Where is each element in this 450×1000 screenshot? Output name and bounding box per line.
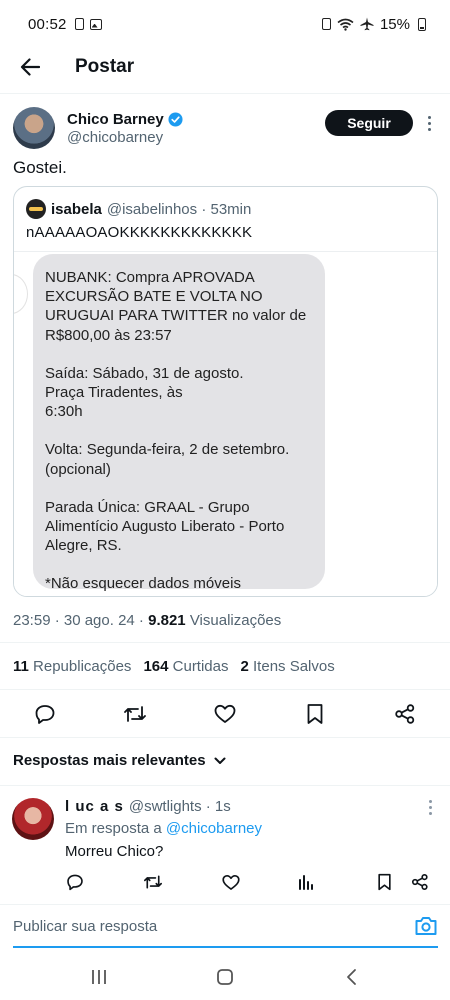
reply-composer (0, 904, 450, 948)
back-nav-button[interactable] (340, 966, 362, 988)
post-timestamp: 23:59 · 30 ago. 24 · (13, 612, 149, 629)
reply-to-link[interactable]: @chicobarney (166, 820, 262, 837)
likes-stat[interactable]: 164 Curtidas (143, 658, 228, 675)
views-count: 9.821 (148, 612, 186, 629)
sms-paragraph: Parada Única: GRAAL - Grupo Alimentício … (45, 498, 285, 555)
views-icon (299, 875, 313, 890)
replies-sort-label: Respostas mais relevantes (13, 752, 206, 769)
reply-text: Morreu Chico? (65, 843, 164, 860)
more-icon[interactable] (423, 112, 435, 134)
reply-icon (67, 874, 83, 891)
verified-badge-icon (168, 111, 183, 127)
repost-icon (124, 706, 146, 722)
reply-input[interactable] (13, 918, 393, 935)
sms-paragraph: Volta: Segunda-feira, 2 de setembro. (op… (45, 441, 290, 478)
bookmark-icon (377, 873, 391, 891)
share-icon (411, 873, 428, 891)
bookmark-icon (307, 704, 323, 724)
like-icon (222, 874, 240, 890)
reply-bookmark-button[interactable] (374, 872, 394, 892)
views-label: Visualizações (185, 612, 282, 629)
reposts-stat[interactable]: 11 Republicações (13, 658, 131, 675)
post-actions (0, 690, 450, 738)
follow-button[interactable]: Seguir (325, 110, 413, 136)
notification-icon (74, 18, 84, 30)
composer-focus-line (13, 946, 438, 948)
recents-icon (92, 970, 106, 984)
author-handle[interactable]: @chicobarney (67, 129, 183, 146)
reply-item[interactable]: l uc a s @swtlights · 1s Em resposta a @… (0, 785, 450, 900)
battery-icon (418, 17, 426, 31)
sms-paragraph: *Não esquecer dados móveis (45, 575, 241, 593)
header: Postar (0, 40, 450, 94)
back-arrow-icon (20, 57, 40, 76)
quoted-image[interactable]: NUBANK: Compra APROVADA EXCURSÃO BATE E … (14, 251, 437, 596)
reply-repost-button[interactable] (143, 872, 163, 892)
quoted-text: nAAAAAOAOKKKKKKKKKKKKK (26, 224, 253, 241)
author-name[interactable]: Chico Barney (67, 111, 164, 128)
quoted-meta: @isabelinhos · 53min (106, 200, 252, 218)
quoted-post[interactable]: isabela @isabelinhos · 53min nAAAAAOAOKK… (13, 186, 438, 597)
replies-sort-dropdown[interactable]: Respostas mais relevantes (13, 752, 226, 769)
sim-icon (321, 18, 331, 30)
back-nav-icon (347, 969, 356, 985)
reply-reply-button[interactable] (65, 872, 85, 892)
post-author: Chico Barney @chicobarney Seguir (13, 106, 441, 150)
repost-icon (144, 875, 162, 889)
battery-percent: 15% (379, 15, 410, 33)
share-button[interactable] (393, 702, 417, 726)
reply-author-name[interactable]: l uc a s (65, 798, 124, 815)
sms-paragraph: NUBANK: Compra APROVADA EXCURSÃO BATE E … (45, 269, 307, 344)
wifi-icon (337, 18, 354, 31)
share-icon (395, 704, 415, 724)
home-icon (217, 969, 233, 985)
quoted-avatar (26, 199, 46, 219)
reply-views-button[interactable] (296, 872, 316, 892)
post-meta: 23:59 · 30 ago. 24 · 9.821 Visualizações (13, 612, 281, 629)
gallery-notification-icon (89, 18, 102, 30)
airplane-icon (360, 17, 374, 31)
reply-context: Em resposta a @chicobarney (65, 820, 262, 837)
sms-bubble: NUBANK: Compra APROVADA EXCURSÃO BATE E … (33, 254, 325, 592)
status-time: 00:52 (28, 15, 67, 33)
chevron-down-icon (214, 757, 226, 764)
image-edge-decoration (14, 274, 28, 314)
camera-button[interactable] (414, 915, 438, 939)
reply-share-button[interactable] (410, 872, 430, 892)
repost-button[interactable] (123, 702, 147, 726)
quoted-author-name: isabela (51, 200, 102, 218)
sms-paragraph: Saída: Sábado, 31 de agosto. Praça Tirad… (45, 364, 244, 421)
page-title: Postar (75, 55, 135, 77)
post-text: Gostei. (13, 158, 67, 177)
bookmark-button[interactable] (303, 702, 327, 726)
reply-meta: @swtlights · 1s (128, 798, 231, 815)
back-button[interactable] (18, 55, 42, 79)
camera-icon (415, 917, 437, 935)
reply-like-button[interactable] (221, 872, 241, 892)
recents-button[interactable] (88, 966, 110, 988)
system-nav-bar (0, 952, 450, 1000)
like-icon (214, 704, 236, 723)
reply-avatar[interactable] (12, 798, 54, 840)
avatar[interactable] (13, 107, 55, 149)
saves-stat[interactable]: 2 Itens Salvos (241, 658, 335, 675)
home-button[interactable] (214, 966, 236, 988)
reply-more-icon[interactable] (424, 800, 436, 816)
reply-icon (35, 705, 55, 724)
reply-button[interactable] (33, 702, 57, 726)
like-button[interactable] (213, 702, 237, 726)
post-stats: 11 Republicações 164 Curtidas 2 Itens Sa… (0, 642, 450, 690)
